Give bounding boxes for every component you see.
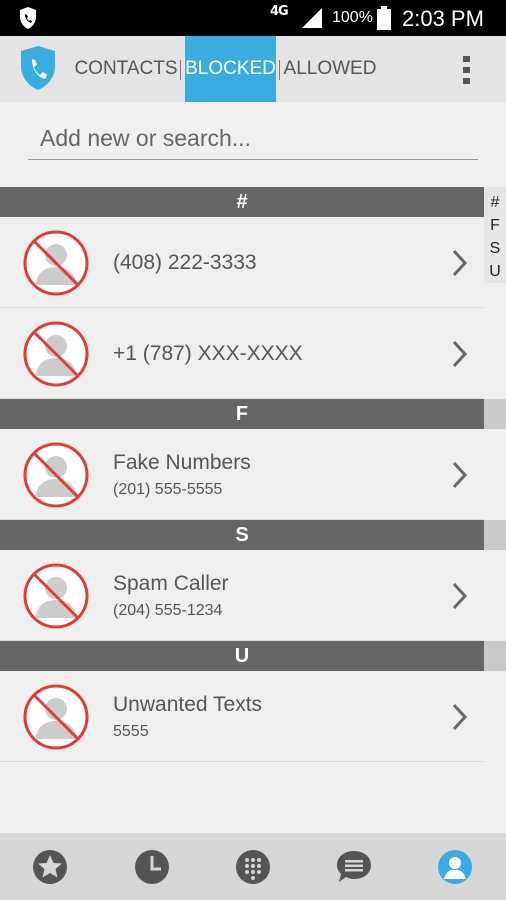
clock: 2:03 PM	[402, 6, 484, 31]
blocked-avatar-icon	[23, 321, 89, 387]
chevron-right-icon	[452, 582, 468, 610]
section-header: #	[0, 187, 484, 217]
index-strip	[484, 641, 506, 671]
blocked-list: # (408) 222-3333 +1 (787) XXX-XXXX F Fak…	[0, 187, 506, 762]
list-item[interactable]: (408) 222-3333	[0, 217, 484, 308]
alpha-index-item[interactable]: S	[490, 237, 501, 260]
search-input[interactable]	[28, 118, 478, 158]
section-letter: S	[235, 523, 249, 546]
app-logo-icon	[21, 46, 55, 90]
alpha-index[interactable]: # F S U	[484, 187, 506, 283]
contact-name: Fake Numbers	[113, 451, 251, 474]
chevron-right-icon	[452, 461, 468, 489]
dialpad-icon[interactable]	[235, 849, 271, 885]
contact-name: (408) 222-3333	[113, 251, 257, 274]
list-item[interactable]: Unwanted Texts 5555	[0, 671, 484, 762]
section-letter: U	[234, 644, 250, 667]
contact-number: (201) 555-5555	[113, 481, 223, 498]
shield-phone-icon	[20, 7, 36, 29]
tab-blocked[interactable]: BLOCKED	[185, 36, 276, 102]
status-bar: 4G 100% 2:03 PM	[0, 0, 506, 36]
battery-icon	[377, 6, 391, 30]
section-header: U	[0, 641, 506, 671]
alpha-index-item[interactable]: F	[490, 214, 500, 237]
tab-divider	[279, 60, 280, 80]
network-type: 4G	[270, 4, 289, 19]
index-strip	[484, 399, 506, 429]
section-header: F	[0, 399, 506, 429]
alpha-index-item[interactable]: #	[491, 191, 500, 214]
overflow-menu-icon[interactable]	[460, 54, 474, 86]
battery-percent: 100%	[332, 9, 373, 26]
contacts-icon[interactable]	[437, 849, 473, 885]
tab-contacts[interactable]: CONTACTS	[72, 36, 180, 102]
contact-name: Unwanted Texts	[113, 693, 263, 716]
index-strip	[484, 520, 506, 550]
blocked-avatar-icon	[23, 563, 89, 629]
tab-allowed[interactable]: ALLOWED	[282, 36, 378, 102]
section-letter: F	[235, 402, 249, 425]
contact-name: Spam Caller	[113, 572, 229, 595]
signal-icon	[302, 8, 322, 28]
favorites-icon[interactable]	[32, 849, 68, 885]
chevron-right-icon	[452, 249, 468, 277]
contact-name: +1 (787) XXX-XXXX	[113, 342, 303, 365]
alpha-index-item[interactable]: U	[489, 260, 501, 283]
tab-divider	[180, 60, 181, 80]
list-item[interactable]: Fake Numbers (201) 555-5555	[0, 429, 484, 520]
contact-number: 5555	[113, 723, 149, 740]
blocked-avatar-icon	[23, 684, 89, 750]
bottom-nav	[0, 833, 506, 900]
recent-calls-icon[interactable]	[134, 849, 170, 885]
section-letter: #	[236, 190, 248, 213]
search-box	[28, 118, 478, 160]
app-toolbar: CONTACTS BLOCKED ALLOWED	[0, 36, 506, 102]
blocked-avatar-icon	[23, 230, 89, 296]
chevron-right-icon	[452, 340, 468, 368]
section-header: S	[0, 520, 506, 550]
blocked-avatar-icon	[23, 442, 89, 508]
list-item[interactable]: Spam Caller (204) 555-1234	[0, 550, 484, 641]
messages-icon[interactable]	[336, 849, 372, 885]
chevron-right-icon	[452, 703, 468, 731]
contact-number: (204) 555-1234	[113, 602, 223, 619]
list-item[interactable]: +1 (787) XXX-XXXX	[0, 308, 484, 399]
